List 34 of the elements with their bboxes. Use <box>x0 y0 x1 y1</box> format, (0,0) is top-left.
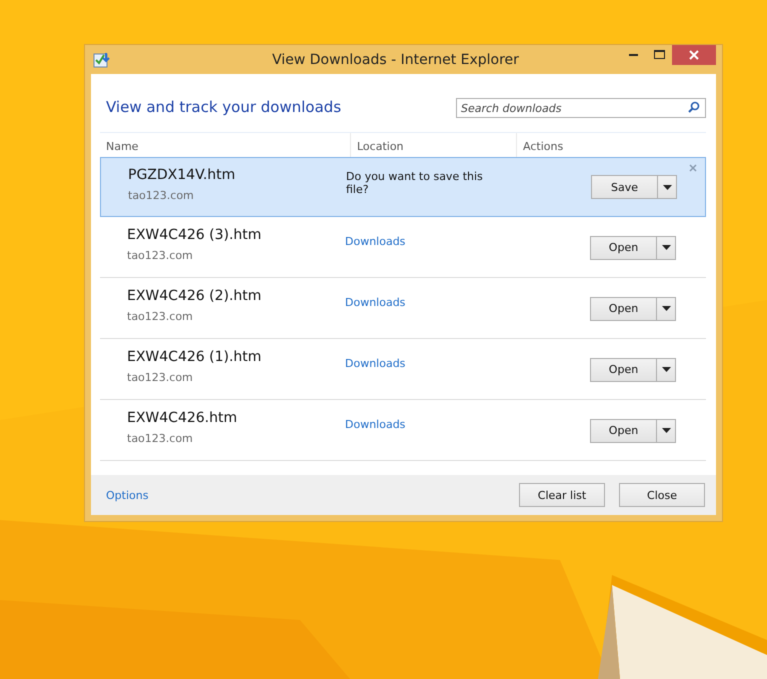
caret-icon <box>662 367 670 372</box>
search-field[interactable]: Search downloads <box>456 98 706 118</box>
file-name: EXW4C426 (2).htm <box>127 288 262 304</box>
location-link[interactable]: Downloads <box>345 235 406 248</box>
search-icon[interactable] <box>688 100 700 112</box>
close-button[interactable] <box>672 45 716 65</box>
source-site: tao123.com <box>127 249 194 262</box>
footer-button[interactable]: Clear list <box>519 483 605 507</box>
dialog-heading: View and track your downloads <box>106 98 342 116</box>
caret-icon <box>662 184 672 190</box>
download-row[interactable]: PGZDX14V.htm tao123.com Do you want to save this file? Save <box>100 157 706 217</box>
download-icon <box>93 50 111 68</box>
save-prompt: Do you want to save this file? <box>346 170 484 196</box>
source-site: tao123.com <box>127 310 194 323</box>
file-name: EXW4C426 (3).htm <box>127 227 262 243</box>
options-link[interactable]: Options <box>106 488 148 502</box>
source-site: tao123.com <box>128 189 195 202</box>
close-icon <box>689 50 699 60</box>
maximize-icon <box>654 50 664 60</box>
file-name: PGZDX14V.htm <box>128 167 236 183</box>
location-link[interactable]: Downloads <box>345 357 406 370</box>
footer-button[interactable]: Close <box>619 483 705 507</box>
location-link[interactable]: Downloads <box>345 418 406 431</box>
window-title: View Downloads - Internet Explorer <box>271 52 520 68</box>
location-link[interactable]: Downloads <box>345 296 406 309</box>
file-name: EXW4C426 (1).htm <box>127 349 262 365</box>
caret-icon <box>662 245 670 250</box>
caret-icon <box>662 428 670 433</box>
caret-icon <box>662 306 670 311</box>
source-site: tao123.com <box>127 432 194 445</box>
minimize-icon <box>628 54 638 56</box>
column-header: Name <box>105 139 140 155</box>
source-site: tao123.com <box>127 371 194 384</box>
file-name: EXW4C426.htm <box>127 410 238 426</box>
